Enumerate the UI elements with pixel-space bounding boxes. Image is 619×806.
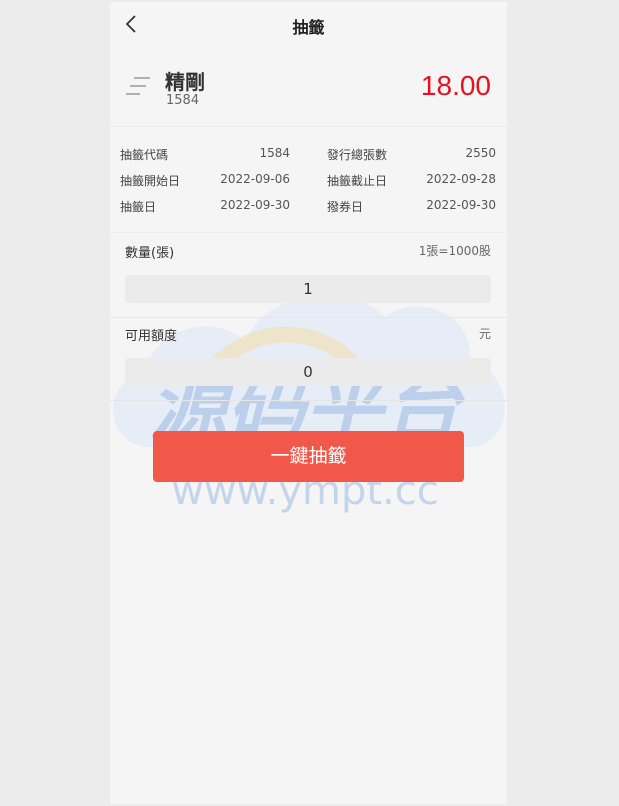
stock-price: 18.00 — [420, 70, 491, 101]
info-key: 發行總張數 — [327, 148, 388, 162]
info-value: 2022-09-30 — [426, 198, 496, 212]
menu-lines-icon — [126, 77, 150, 95]
available-unit: 元 — [478, 327, 491, 341]
divider — [110, 400, 507, 401]
divider — [110, 317, 507, 318]
info-row: 抽籤代碼 1584 發行總張數 2550 — [110, 146, 507, 166]
available-label: 可用額度 — [125, 329, 178, 344]
stock-name: 精剛 — [165, 70, 205, 94]
info-key: 撥券日 — [327, 200, 364, 214]
watermark: 源码平台 www.ympt.cc — [113, 294, 505, 514]
info-row: 抽籤日 2022-09-30 撥券日 2022-09-30 — [110, 198, 507, 218]
info-value: 2022-09-30 — [220, 198, 290, 212]
quantity-input[interactable]: 1 — [125, 275, 491, 303]
info-key: 抽籤代碼 — [120, 148, 169, 162]
info-value: 2022-09-28 — [426, 172, 496, 186]
subscribe-button[interactable]: 一鍵抽籤 — [153, 431, 464, 482]
app-screen: 抽籤 精剛 1584 18.00 抽籤代碼 1584 發行總張數 2550 抽籤… — [110, 2, 507, 804]
quantity-note: 1張=1000股 — [418, 244, 491, 258]
info-key: 抽籤開始日 — [120, 174, 181, 188]
subscription-info: 抽籤代碼 1584 發行總張數 2550 抽籤開始日 2022-09-06 抽籤… — [110, 142, 507, 233]
header: 抽籤 — [110, 2, 507, 46]
stock-code: 1584 — [166, 93, 200, 108]
page-title: 抽籤 — [292, 18, 325, 37]
available-amount-field[interactable]: 0 — [125, 358, 491, 386]
stock-summary: 精剛 1584 18.00 — [110, 46, 507, 127]
info-row: 抽籤開始日 2022-09-06 抽籤截止日 2022-09-28 — [110, 172, 507, 192]
info-key: 抽籤截止日 — [327, 174, 388, 188]
info-key: 抽籤日 — [120, 200, 157, 214]
info-value: 2022-09-06 — [220, 172, 290, 186]
info-value: 2550 — [465, 146, 496, 160]
quantity-label: 數量(張) — [125, 246, 175, 261]
info-value: 1584 — [259, 146, 290, 160]
